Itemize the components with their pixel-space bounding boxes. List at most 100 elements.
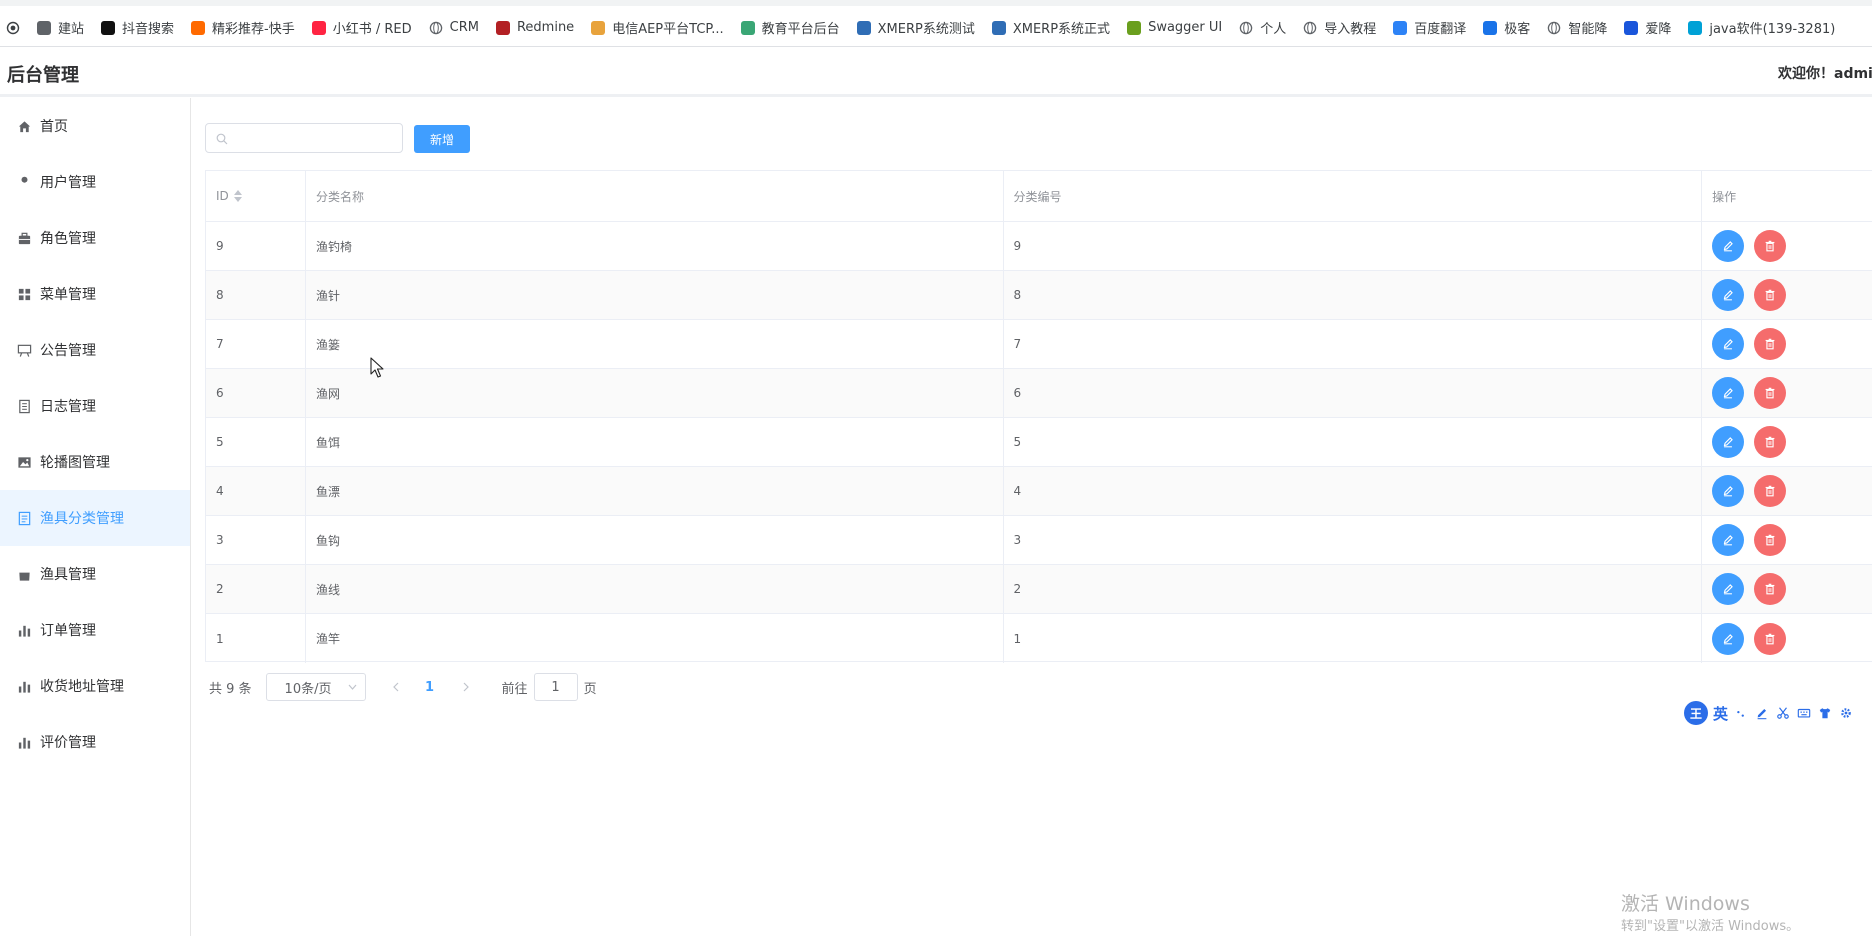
globe-icon: [1303, 21, 1317, 35]
sidebar-item-label: 公告管理: [40, 343, 96, 359]
bookmark-item[interactable]: 爱降: [1624, 18, 1671, 37]
scissors-tool[interactable]: [1775, 705, 1791, 721]
grid-icon: [18, 288, 30, 300]
chevron-right-icon: [463, 682, 469, 692]
trash-icon: [1765, 436, 1775, 448]
sidebar-item[interactable]: 渔具分类管理: [0, 490, 190, 546]
ime-logo-icon[interactable]: 王: [1684, 701, 1708, 725]
page-number-1[interactable]: 1: [418, 673, 442, 701]
bookmark-item[interactable]: XMERP系统正式: [991, 18, 1110, 37]
translate-icon: [1393, 20, 1408, 35]
bookmark-item[interactable]: 百度翻译: [1393, 18, 1466, 37]
cell-name: 渔篓: [306, 320, 1004, 368]
ime-language-toggle[interactable]: 英: [1713, 703, 1728, 724]
sidebar-item-icon: [16, 678, 32, 694]
sidebar-item-icon: [16, 566, 32, 582]
bookmark-item[interactable]: 建站: [37, 18, 84, 37]
cell-name: 渔针: [306, 271, 1004, 319]
edit-button[interactable]: [1712, 279, 1745, 311]
column-header-id[interactable]: ID: [206, 171, 306, 221]
edit-icon: [1723, 535, 1733, 546]
edit-button[interactable]: [1712, 426, 1745, 458]
sidebar-item-label: 首页: [40, 119, 68, 135]
keyboard-tool[interactable]: [1796, 705, 1812, 721]
cell-name: 鱼漂: [306, 467, 1004, 515]
bookmark-item[interactable]: 智能降: [1547, 18, 1607, 37]
edit-button[interactable]: [1712, 622, 1745, 655]
edit-button[interactable]: [1712, 573, 1745, 605]
cell-actions: [1702, 516, 1872, 564]
welcome-user[interactable]: 欢迎你！admin: [1778, 63, 1872, 83]
edit-button[interactable]: [1712, 475, 1745, 507]
bookmark-item[interactable]: java软件(139-3281): [1688, 18, 1835, 37]
cell-actions: [1702, 565, 1872, 613]
apps-icon[interactable]: [6, 21, 20, 35]
sidebar-item[interactable]: 菜单管理: [0, 266, 190, 322]
delete-button[interactable]: [1754, 230, 1787, 262]
bookmark-item[interactable]: 小红书 / RED: [311, 18, 412, 37]
goto-page-input[interactable]: [533, 673, 578, 701]
sidebar-item-icon: [16, 286, 32, 302]
sidebar-item[interactable]: 公告管理: [0, 322, 190, 378]
delete-button[interactable]: [1754, 524, 1787, 556]
sidebar-item-icon: [16, 734, 32, 750]
pen-tool[interactable]: [1754, 705, 1770, 721]
bookmark-item[interactable]: XMERP系统测试: [856, 18, 975, 37]
bookmark-item[interactable]: 精彩推荐-快手: [191, 18, 295, 37]
delete-button[interactable]: [1754, 475, 1787, 507]
bookmark-item[interactable]: 导入教程: [1303, 18, 1376, 37]
ime-toolbar: 王 英: [1682, 700, 1855, 726]
delete-button[interactable]: [1754, 622, 1787, 655]
delete-button[interactable]: [1754, 328, 1787, 360]
table-row: 6 渔网 6: [206, 369, 1872, 418]
search-input[interactable]: [234, 125, 398, 153]
sidebar-item[interactable]: 收货地址管理: [0, 658, 190, 714]
table-header-row: ID 分类名称 分类编号 操作: [206, 171, 1872, 222]
gear-tool[interactable]: [1838, 705, 1854, 721]
search-box[interactable]: [205, 123, 403, 153]
globe-icon: [1547, 21, 1561, 35]
delete-button[interactable]: [1754, 573, 1787, 605]
bookmark-item[interactable]: Swagger UI: [1127, 20, 1222, 35]
shirt-tool[interactable]: [1817, 705, 1833, 721]
sidebar-item[interactable]: 首页: [0, 98, 190, 154]
bookmark-label: 小红书 / RED: [332, 22, 412, 37]
sidebar-item[interactable]: 日志管理: [0, 378, 190, 434]
bookmark-item[interactable]: 极客: [1483, 18, 1530, 37]
sidebar-item[interactable]: 轮播图管理: [0, 434, 190, 490]
bookmark-item[interactable]: 抖音搜索: [101, 18, 174, 37]
punct-tool[interactable]: [1733, 705, 1749, 721]
edit-button[interactable]: [1712, 524, 1745, 556]
prev-page-button[interactable]: [384, 673, 408, 701]
bilibili-icon: [1688, 20, 1703, 35]
category-table: ID 分类名称 分类编号 操作 9 渔钓椅 9 8 渔针 8 7 渔篓 7 6 渔网 6 5 鱼饵 5 4 鱼漂…: [205, 170, 1872, 663]
sidebar-item[interactable]: 角色管理: [0, 210, 190, 266]
bookmark-item[interactable]: 个人: [1239, 18, 1286, 37]
sidebar-item[interactable]: 评价管理: [0, 714, 190, 770]
delete-button[interactable]: [1754, 426, 1787, 458]
edit-button[interactable]: [1712, 377, 1745, 409]
bookmark-list: 建站 抖音搜索 精彩推荐-快手 小红书 / RED CRM Redmine 电信AEP平台T…: [6, 18, 1852, 37]
cell-actions: [1702, 369, 1872, 417]
page-size-select[interactable]: 10条/页: [265, 673, 366, 701]
scissors-icon: [1777, 707, 1789, 719]
next-page-button[interactable]: [454, 673, 478, 701]
delete-button[interactable]: [1754, 279, 1787, 311]
sidebar-item[interactable]: 渔具管理: [0, 546, 190, 602]
edit-button[interactable]: [1712, 230, 1745, 262]
edit-button[interactable]: [1712, 328, 1745, 360]
add-button[interactable]: 新增: [414, 125, 470, 153]
sort-caret-icon[interactable]: [233, 190, 242, 202]
sidebar-item-label: 渔具管理: [40, 567, 96, 583]
page-jumper: 前往 页: [502, 673, 597, 701]
app-header: 后台管理 欢迎你！admin: [0, 47, 1872, 97]
cell-id: 7: [206, 320, 306, 368]
sidebar-item[interactable]: 用户管理: [0, 154, 190, 210]
bookmark-item[interactable]: Redmine: [495, 20, 574, 35]
delete-button[interactable]: [1754, 377, 1787, 409]
sidebar-item[interactable]: 订单管理: [0, 602, 190, 658]
bookmark-item[interactable]: 教育平台后台: [740, 18, 840, 37]
bookmark-item[interactable]: CRM: [429, 20, 479, 35]
sidebar-item-label: 渔具分类管理: [40, 511, 124, 527]
bookmark-item[interactable]: 电信AEP平台TCP...: [591, 18, 724, 37]
